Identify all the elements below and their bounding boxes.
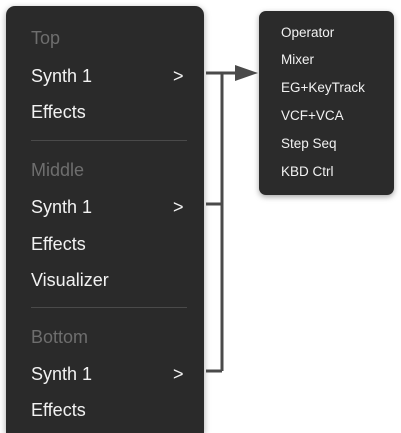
submenu-item-kbd-ctrl[interactable]: KBD Ctrl [281,164,334,179]
submenu-item-mixer[interactable]: Mixer [281,52,314,67]
submenu-item-step-seq[interactable]: Step Seq [281,136,337,151]
arrow-right-icon [235,65,258,81]
submenu-item-eg-keytrack[interactable]: EG+KeyTrack [281,80,365,95]
submenu-item-vcf-vca[interactable]: VCF+VCA [281,108,344,123]
synth-submenu: Operator Mixer EG+KeyTrack VCF+VCA Step … [259,11,394,195]
screenshot-canvas: Top Synth 1 > Effects Middle Synth 1 > E… [0,0,401,433]
connector-lines [206,71,237,373]
submenu-item-operator[interactable]: Operator [281,25,334,40]
